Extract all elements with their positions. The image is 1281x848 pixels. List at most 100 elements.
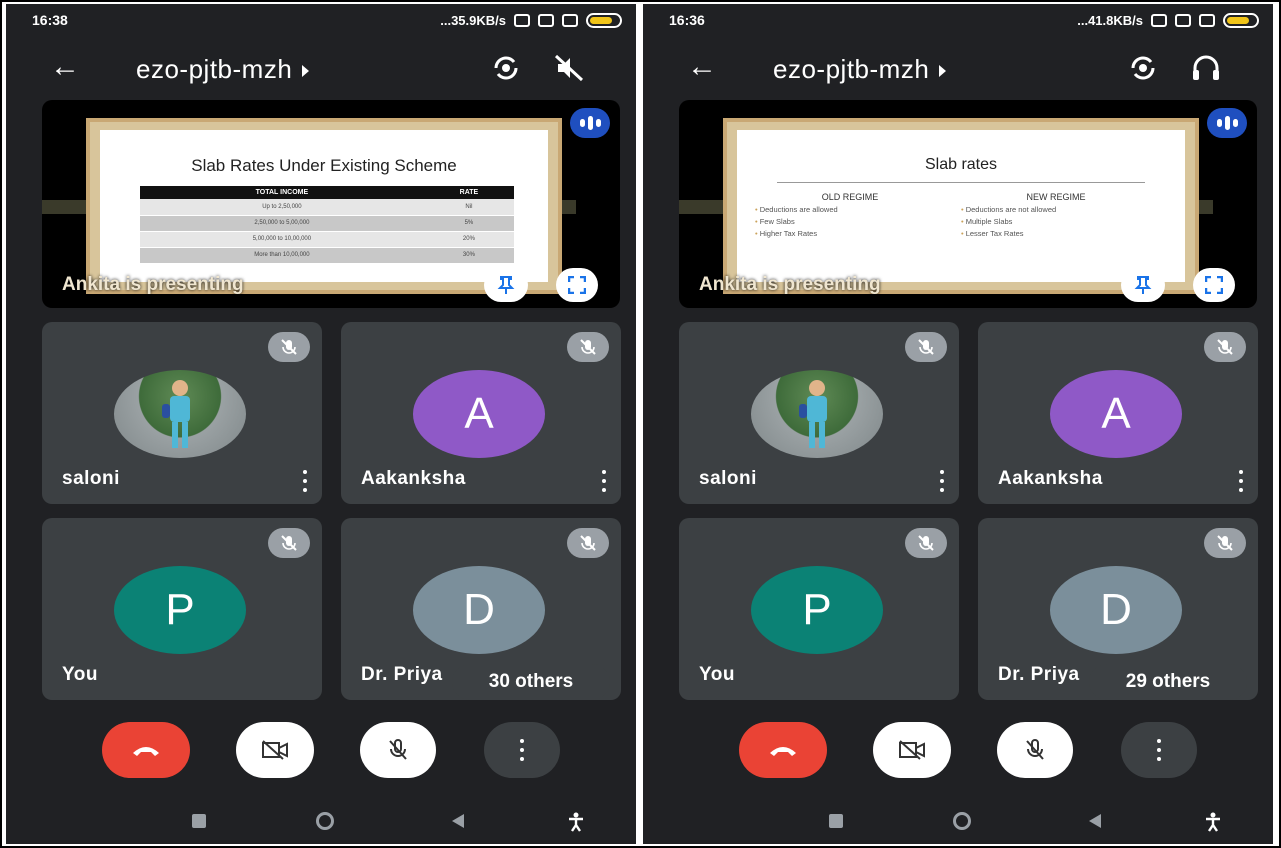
presenting-audio-badge — [570, 108, 610, 138]
participant-tile[interactable]: saloni — [679, 322, 959, 504]
others-count-chip[interactable]: 30 others — [452, 664, 610, 700]
home-icon[interactable] — [316, 812, 334, 830]
others-count-chip[interactable]: 29 others — [1089, 664, 1247, 700]
mic-off-badge — [268, 332, 310, 362]
participant-initial-avatar: D — [1050, 566, 1182, 654]
more-options-icon[interactable] — [1238, 470, 1244, 492]
fullscreen-button[interactable] — [556, 268, 598, 302]
speaker-off-icon[interactable] — [552, 52, 586, 84]
slide-bracket-left — [42, 200, 86, 214]
camera-toggle-button[interactable] — [873, 722, 951, 778]
switch-camera-icon[interactable] — [490, 52, 522, 84]
participant-name: You — [62, 664, 98, 685]
pin-icon — [1134, 276, 1152, 294]
meeting-title[interactable]: ezo-pjtb-mzh — [773, 54, 947, 85]
more-options-button[interactable] — [484, 722, 560, 778]
alarm-icon — [538, 13, 554, 27]
back-arrow-icon[interactable]: ← — [50, 52, 80, 82]
mic-toggle-button[interactable] — [360, 722, 436, 778]
mic-off-badge — [567, 528, 609, 558]
presentation-view[interactable]: Slab Rates Under Existing Scheme TOTAL I… — [42, 100, 620, 308]
end-call-button[interactable] — [739, 722, 827, 778]
headset-status-icon — [1151, 13, 1167, 27]
app-bar: ← ezo-pjtb-mzh — [6, 46, 636, 92]
mic-off-icon — [281, 339, 297, 355]
participant-photo-avatar — [751, 370, 883, 458]
app-bar: ← ezo-pjtb-mzh — [643, 46, 1273, 92]
participant-name: You — [699, 664, 735, 685]
column-heading: NEW REGIME — [1026, 192, 1086, 202]
table-cell: Up to 2,50,000 — [140, 199, 424, 216]
old-regime-column: OLD REGIME Deductions are allowed Few Sl… — [755, 192, 945, 240]
mic-off-badge — [905, 528, 947, 558]
caret-right-icon — [939, 65, 947, 78]
audio-bar — [595, 119, 601, 127]
slide-content: Slab rates OLD REGIME Deductions are all… — [737, 130, 1185, 282]
presentation-view[interactable]: Slab rates OLD REGIME Deductions are all… — [679, 100, 1257, 308]
audio-bar — [1232, 119, 1238, 127]
more-options-icon[interactable] — [601, 470, 607, 492]
audio-bar — [579, 119, 585, 127]
alarm-icon — [1175, 13, 1191, 27]
caret-right-icon — [302, 65, 310, 78]
participant-name: saloni — [62, 468, 120, 489]
recent-apps-icon[interactable] — [192, 814, 206, 828]
list-item: Higher Tax Rates — [755, 228, 945, 240]
participant-name: saloni — [699, 468, 757, 489]
participant-name: Aakanksha — [361, 468, 466, 489]
participant-initial-avatar: P — [751, 566, 883, 654]
table-row: 5,00,000 to 10,00,000 20% — [140, 231, 514, 248]
camera-toggle-button[interactable] — [236, 722, 314, 778]
participant-tile[interactable]: A Aakanksha — [341, 322, 621, 504]
network-speed: ...41.8KB/s — [1077, 12, 1143, 28]
participant-photo-avatar — [114, 370, 246, 458]
table-header-row: TOTAL INCOME RATE — [140, 186, 514, 199]
pin-button[interactable] — [1121, 268, 1165, 302]
camera-off-icon — [262, 740, 288, 760]
participant-initial-avatar: A — [1050, 370, 1182, 458]
accessibility-icon[interactable] — [568, 812, 584, 832]
slide-board: Slab rates OLD REGIME Deductions are all… — [723, 118, 1199, 294]
table-row: 2,50,000 to 5,00,000 5% — [140, 215, 514, 232]
mic-off-badge — [1204, 332, 1246, 362]
table-cell: 5% — [423, 215, 514, 232]
recent-apps-icon[interactable] — [829, 814, 843, 828]
nav-back-icon[interactable] — [452, 814, 464, 828]
meeting-title[interactable]: ezo-pjtb-mzh — [136, 54, 310, 85]
nav-back-icon[interactable] — [1089, 814, 1101, 828]
participant-tile[interactable]: P You — [679, 518, 959, 700]
home-icon[interactable] — [953, 812, 971, 830]
list-item: Multiple Slabs — [961, 216, 1151, 228]
mic-off-badge — [1204, 528, 1246, 558]
mic-off-icon — [1217, 535, 1233, 551]
table-header: TOTAL INCOME — [140, 186, 424, 199]
slide-title: Slab rates — [924, 156, 998, 173]
phone-screen-left: 16:38 ...35.9KB/s ← ezo-pjtb-mzh Slab Ra… — [6, 4, 636, 844]
fullscreen-icon — [1205, 276, 1223, 294]
participant-tile[interactable]: A Aakanksha — [978, 322, 1258, 504]
participant-name: Dr. Priya — [361, 664, 443, 685]
mic-toggle-button[interactable] — [997, 722, 1073, 778]
back-arrow-icon[interactable]: ← — [687, 52, 717, 82]
mic-off-icon — [1026, 739, 1044, 760]
more-options-button[interactable] — [1121, 722, 1197, 778]
end-call-button[interactable] — [102, 722, 190, 778]
slide-board: Slab Rates Under Existing Scheme TOTAL I… — [86, 118, 562, 294]
hang-up-icon — [133, 747, 159, 756]
battery-icon — [586, 12, 622, 28]
accessibility-icon[interactable] — [1205, 812, 1221, 832]
more-options-icon[interactable] — [302, 470, 308, 492]
participant-tile[interactable]: saloni — [42, 322, 322, 504]
pin-button[interactable] — [484, 268, 528, 302]
participant-name: Aakanksha — [998, 468, 1103, 489]
participant-initial-avatar: D — [413, 566, 545, 654]
switch-camera-icon[interactable] — [1127, 52, 1159, 84]
more-options-icon[interactable] — [939, 470, 945, 492]
fullscreen-button[interactable] — [1193, 268, 1235, 302]
participant-tile[interactable]: P You — [42, 518, 322, 700]
meeting-code: ezo-pjtb-mzh — [773, 54, 930, 84]
presenting-audio-badge — [1207, 108, 1247, 138]
headphones-icon[interactable] — [1189, 52, 1223, 84]
slide-title: Slab Rates Under Existing Scheme — [191, 156, 457, 175]
income-rate-table: TOTAL INCOME RATE Up to 2,50,000 Nil 2,5… — [140, 186, 514, 264]
